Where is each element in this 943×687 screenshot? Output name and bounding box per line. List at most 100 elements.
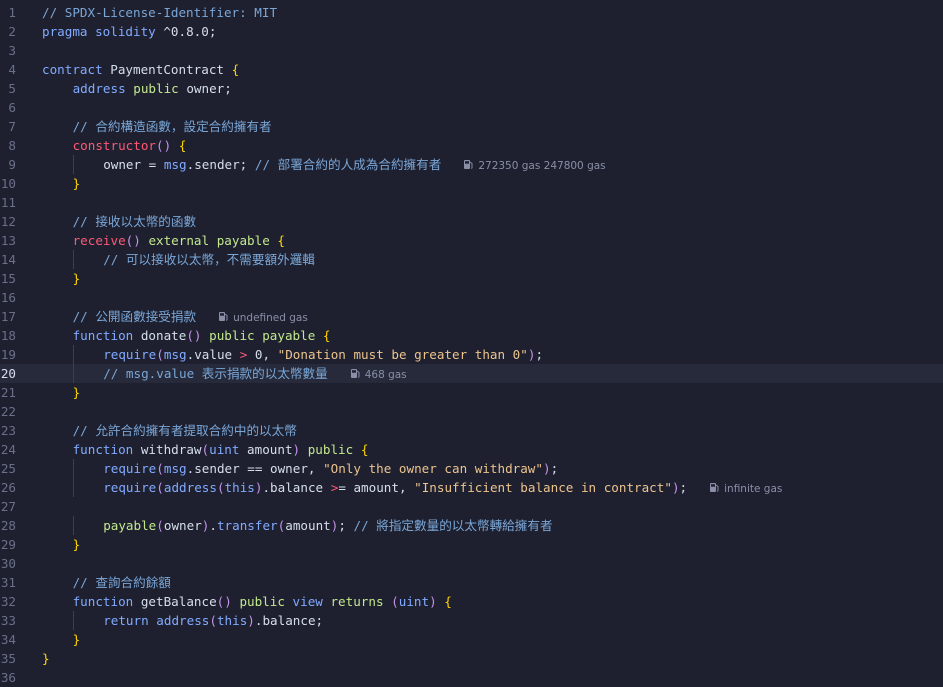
- line-number: 29: [0, 537, 16, 552]
- code-text[interactable]: receive() external payable {: [73, 231, 285, 250]
- code-line[interactable]: 26 require(address(this).balance >= amoun…: [0, 478, 943, 497]
- code-line[interactable]: 12 // 接收以太幣的函數: [0, 212, 943, 231]
- code-token: ;: [535, 347, 544, 362]
- code-text[interactable]: // 允許合約擁有者提取合約中的以太幣: [73, 421, 297, 440]
- code-line[interactable]: 4 contract PaymentContract {: [0, 60, 943, 79]
- code-line[interactable]: 11: [0, 193, 943, 212]
- line-number: 16: [0, 290, 16, 305]
- code-line[interactable]: 10}: [0, 174, 943, 193]
- code-line[interactable]: 17 // 公開函數接受捐款 undefined gas: [0, 307, 943, 326]
- code-text[interactable]: constructor() {: [73, 136, 187, 155]
- code-text[interactable]: function donate() public payable {: [73, 326, 331, 345]
- code-text[interactable]: }: [73, 535, 81, 554]
- line-number: 34: [0, 632, 16, 647]
- line-number: 2: [8, 24, 16, 39]
- code-line[interactable]: 5 address public owner;: [0, 79, 943, 98]
- code-line[interactable]: 21}: [0, 383, 943, 402]
- code-line[interactable]: 3: [0, 41, 943, 60]
- code-token: (: [216, 480, 225, 495]
- code-token: (): [125, 233, 141, 248]
- code-text[interactable]: require(msg.value > 0, "Donation must be…: [103, 345, 543, 364]
- code-line[interactable]: 9 owner = msg.sender; // 部署合約的人成為合約擁有者 272…: [0, 155, 943, 174]
- code-line[interactable]: 16: [0, 288, 943, 307]
- code-line[interactable]: 30: [0, 554, 943, 573]
- code-text[interactable]: }: [73, 630, 81, 649]
- code-token: pragma: [42, 24, 88, 39]
- code-token: return: [103, 613, 149, 628]
- code-line[interactable]: 33 return address(this).balance;: [0, 611, 943, 630]
- code-token: uint: [398, 594, 430, 609]
- code-text[interactable]: function getBalance() public view return…: [73, 592, 452, 611]
- code-line[interactable]: 1 // SPDX-License-Identifier: MIT: [0, 3, 943, 22]
- code-line[interactable]: 22: [0, 402, 943, 421]
- code-text[interactable]: }: [73, 383, 81, 402]
- gas-estimate-hint: undefined gas: [218, 312, 308, 324]
- code-text[interactable]: // SPDX-License-Identifier: MIT: [42, 3, 277, 22]
- line-number: 32: [0, 594, 16, 609]
- code-token: withdraw: [133, 442, 202, 457]
- code-text[interactable]: contract PaymentContract {: [42, 60, 239, 79]
- line-number: 6: [8, 100, 16, 115]
- code-text[interactable]: // 合約構造函數，設定合約擁有者: [73, 117, 272, 136]
- code-text[interactable]: owner = msg.sender; // 部署合約的人成為合約擁有者 2723…: [103, 155, 605, 176]
- code-token: (: [201, 442, 210, 457]
- code-line[interactable]: 31 // 查詢合約餘額: [0, 573, 943, 592]
- code-line[interactable]: 29}: [0, 535, 943, 554]
- code-text[interactable]: return address(this).balance;: [103, 611, 323, 630]
- code-line[interactable]: 23 // 允許合約擁有者提取合約中的以太幣: [0, 421, 943, 440]
- code-text[interactable]: // msg.value 表示捐款的以太幣數量 468 gas: [103, 364, 406, 385]
- gas-pump-icon: [350, 369, 360, 378]
- line-number: 12: [0, 214, 16, 229]
- code-line[interactable]: 20 // msg.value 表示捐款的以太幣數量 468 gas: [0, 364, 943, 383]
- code-token: ;: [550, 461, 559, 476]
- code-token: .balance;: [254, 613, 324, 628]
- code-token: receive: [72, 233, 126, 248]
- code-line[interactable]: 36: [0, 668, 943, 687]
- code-text[interactable]: }: [73, 174, 81, 193]
- code-line[interactable]: 28 payable(owner).transfer(amount); // 將指…: [0, 516, 943, 535]
- code-line[interactable]: 25 require(msg.sender == owner, "Only the…: [0, 459, 943, 478]
- code-line[interactable]: 7 // 合約構造函數，設定合約擁有者: [0, 117, 943, 136]
- code-token: PaymentContract: [102, 62, 232, 77]
- code-text[interactable]: require(address(this).balance >= amount,…: [103, 478, 782, 499]
- code-line[interactable]: 2 pragma solidity ^0.8.0;: [0, 22, 943, 41]
- code-line[interactable]: 8 constructor() {: [0, 136, 943, 155]
- code-token: ^0.8.0;: [155, 24, 217, 39]
- code-line[interactable]: 34}: [0, 630, 943, 649]
- code-text[interactable]: }: [42, 649, 50, 668]
- indent-guide: [72, 478, 74, 497]
- code-text[interactable]: // 公開函數接受捐款 undefined gas: [73, 307, 308, 328]
- code-token: // 將指定數量的以太幣轉給擁有者: [353, 518, 553, 533]
- code-token: (): [156, 138, 172, 153]
- code-line[interactable]: 32 function getBalance() public view retu…: [0, 592, 943, 611]
- code-text[interactable]: }: [73, 269, 81, 288]
- code-line[interactable]: 15}: [0, 269, 943, 288]
- code-line[interactable]: 18 function donate() public payable {: [0, 326, 943, 345]
- code-editor[interactable]: 1 // SPDX-License-Identifier: MIT 2 pragma …: [0, 0, 943, 685]
- code-text[interactable]: payable(owner).transfer(amount); // 將指定數…: [103, 516, 552, 535]
- gas-pump-icon: [464, 160, 473, 169]
- code-token: ): [671, 480, 680, 495]
- code-token: view: [292, 594, 323, 609]
- code-token: public: [209, 328, 255, 343]
- code-token: "Insufficient balance in contract": [414, 480, 672, 495]
- code-text[interactable]: address public owner;: [73, 79, 232, 98]
- code-text[interactable]: // 可以接收以太幣，不需要額外邏輯: [103, 250, 315, 269]
- code-line[interactable]: 14 // 可以接收以太幣，不需要額外邏輯: [0, 250, 943, 269]
- code-line[interactable]: 35}: [0, 649, 943, 668]
- code-line[interactable]: 6: [0, 98, 943, 117]
- line-number: 25: [0, 461, 16, 476]
- code-line[interactable]: 27: [0, 497, 943, 516]
- code-line[interactable]: 19 require(msg.value > 0, "Donation must …: [0, 345, 943, 364]
- code-text[interactable]: // 查詢合約餘額: [73, 573, 171, 592]
- code-token: ): [542, 461, 551, 476]
- code-text[interactable]: pragma solidity ^0.8.0;: [42, 22, 216, 41]
- code-text[interactable]: // 接收以太幣的函數: [73, 212, 197, 231]
- code-line[interactable]: 13 receive() external payable {: [0, 231, 943, 250]
- code-text[interactable]: require(msg.sender == owner, "Only the o…: [103, 459, 558, 478]
- code-text[interactable]: function withdraw(uint amount) public {: [73, 440, 369, 459]
- code-line[interactable]: 24 function withdraw(uint amount) public …: [0, 440, 943, 459]
